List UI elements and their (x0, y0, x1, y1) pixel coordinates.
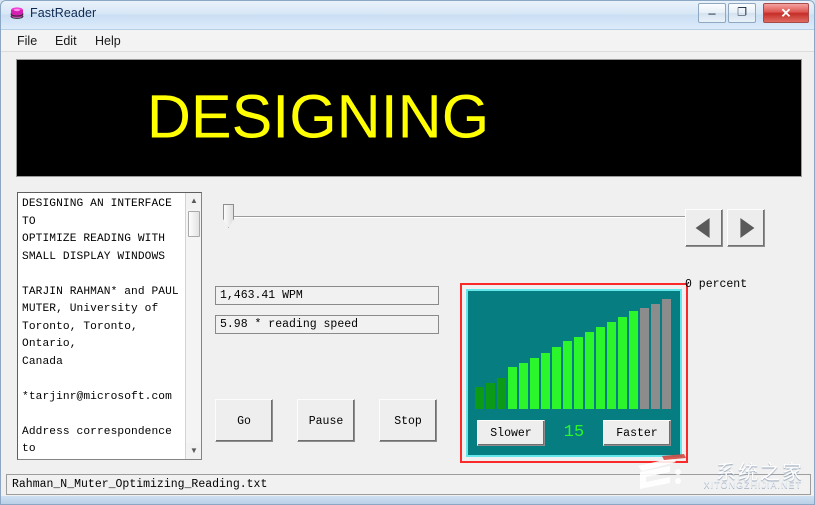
wpm-readout: 1,463.41 WPM (215, 286, 439, 305)
speed-bar-13 (607, 322, 616, 409)
menu-bar: File Edit Help (1, 30, 814, 52)
speed-bar-8 (552, 347, 561, 409)
previous-button[interactable] (685, 209, 723, 247)
speed-bar-4 (508, 366, 517, 409)
speed-control-row: Slower 15 Faster (468, 420, 680, 446)
menu-item-edit[interactable]: Edit (49, 33, 83, 49)
faster-button[interactable]: Faster (603, 420, 671, 446)
menu-item-help[interactable]: Help (89, 33, 127, 49)
window-title: FastReader (30, 6, 97, 20)
speed-bar-12 (596, 327, 605, 409)
scroll-up-icon[interactable]: ▲ (186, 193, 201, 209)
title-bar: FastReader – ❐ ✕ (1, 1, 814, 30)
speed-bar-14 (618, 317, 627, 409)
progress-slider-track[interactable] (233, 216, 695, 218)
scrollbar-thumb[interactable] (188, 211, 200, 237)
speed-bar-18 (662, 299, 671, 409)
maximize-button[interactable]: ❐ (728, 3, 756, 23)
speed-bar-3 (497, 377, 506, 409)
text-scrollbar[interactable]: ▲ ▼ (185, 193, 201, 459)
speed-bar-5 (519, 362, 528, 409)
source-text-panel[interactable]: DESIGNING AN INTERFACE TO OPTIMIZE READI… (17, 192, 202, 460)
close-icon: ✕ (780, 5, 792, 21)
progress-slider-thumb[interactable] (223, 204, 234, 228)
next-button[interactable] (727, 209, 765, 247)
speed-bar-6 (530, 357, 539, 409)
status-bar-filename: Rahman_N_Muter_Optimizing_Reading.txt (6, 474, 811, 495)
window-bottom-strip (1, 496, 814, 504)
go-button[interactable]: Go (215, 399, 273, 442)
minimize-button[interactable]: – (698, 3, 726, 23)
maximize-icon: ❐ (737, 6, 747, 19)
menu-item-file[interactable]: File (11, 33, 43, 49)
pause-button[interactable]: Pause (297, 399, 355, 442)
right-triangle-icon (740, 218, 755, 238)
books-stack-icon (10, 7, 24, 19)
speed-bar-16 (640, 308, 649, 409)
source-text-content: DESIGNING AN INTERFACE TO OPTIMIZE READI… (22, 198, 179, 455)
speed-bar-15 (629, 311, 638, 409)
speed-bar-1 (475, 386, 484, 409)
speed-level-bars (475, 299, 671, 409)
current-word: DESIGNING (146, 82, 490, 151)
speed-bar-7 (541, 352, 550, 409)
close-button[interactable]: ✕ (763, 3, 809, 23)
progress-percent-label: 0 percent (685, 278, 748, 291)
speed-panel: Slower 15 Faster (466, 289, 682, 457)
speed-bar-2 (486, 382, 495, 409)
speed-bar-10 (574, 337, 583, 409)
reading-speed-multiplier-readout: 5.98 * reading speed (215, 315, 439, 334)
left-triangle-icon (695, 218, 710, 238)
word-display-panel: DESIGNING (16, 59, 802, 177)
application-window: FastReader – ❐ ✕ File Edit Help DESIGNIN… (0, 0, 815, 505)
scroll-down-icon[interactable]: ▼ (186, 443, 201, 459)
speed-bar-17 (651, 304, 660, 409)
speed-bar-9 (563, 341, 572, 409)
minimize-icon: – (708, 5, 716, 21)
speed-bar-11 (585, 332, 594, 409)
stop-button[interactable]: Stop (379, 399, 437, 442)
